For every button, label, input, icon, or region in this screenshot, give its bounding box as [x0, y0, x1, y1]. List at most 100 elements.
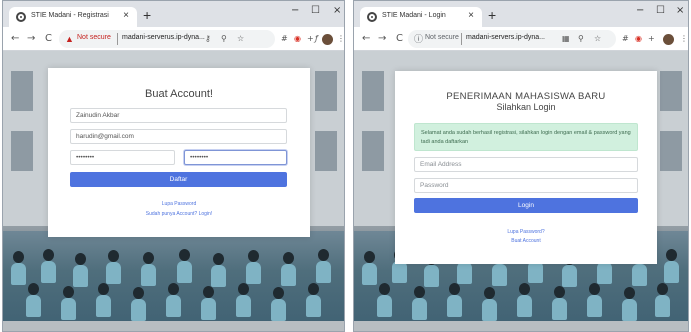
person	[308, 283, 319, 295]
password-value: ••••••••	[76, 154, 95, 161]
translate-icon[interactable]: ▦	[562, 34, 570, 44]
address-separator	[461, 33, 462, 45]
person	[587, 295, 602, 317]
register-link[interactable]: Buat Account	[395, 238, 657, 244]
person	[589, 283, 600, 295]
tab-registrasi[interactable]: STIE Madani - Registrasi ×	[9, 7, 137, 27]
person	[414, 286, 425, 298]
star-icon[interactable]: ☆	[594, 34, 601, 44]
person	[11, 263, 26, 285]
register-button[interactable]: Daftar	[70, 172, 287, 187]
toolbar: ← → C ⓘ Not secure madani-servers.ip-dyn…	[354, 27, 688, 51]
minimize-icon[interactable]: −	[636, 5, 644, 17]
star-icon[interactable]: ☆	[237, 34, 244, 44]
person	[43, 249, 54, 261]
person	[364, 251, 375, 263]
person	[273, 287, 284, 299]
person	[283, 252, 294, 264]
person	[392, 261, 407, 283]
person	[318, 249, 329, 261]
address-bar[interactable]: ⓘ Not secure madani-servers.ip-dyna... ▦…	[408, 30, 616, 48]
close-window-icon[interactable]: ×	[333, 5, 341, 17]
building-window	[362, 71, 384, 111]
page-background: Buat Account! Zainudin Akbar harudin@gma…	[3, 51, 344, 331]
menu-dots-icon[interactable]: ⋮	[680, 34, 688, 44]
forward-icon[interactable]: →	[27, 33, 35, 45]
person	[168, 283, 179, 295]
menu-dots-icon[interactable]: ⋮	[337, 34, 344, 44]
person	[133, 287, 144, 299]
url-text: madani-servers.ip-dyna...	[466, 34, 545, 41]
repeat-password-field[interactable]: ••••••••	[184, 150, 287, 165]
extension-plus-icon[interactable]: +	[648, 34, 655, 44]
person	[316, 261, 331, 283]
back-icon[interactable]: ←	[11, 33, 19, 45]
tab-title: STIE Madani - Registrasi	[31, 12, 109, 19]
password-field[interactable]: Password	[414, 178, 638, 193]
email-field[interactable]: harudin@gmail.com	[70, 129, 287, 144]
login-link[interactable]: Sudah punya Account? Login!	[48, 211, 310, 217]
building-window	[315, 131, 337, 171]
person	[236, 295, 251, 317]
password-field[interactable]: ••••••••	[70, 150, 175, 165]
zoom-icon[interactable]: ⚲	[578, 34, 584, 44]
extension-record-icon[interactable]: ◉	[635, 34, 642, 44]
extension-f-icon[interactable]: ƒ	[315, 34, 318, 44]
person	[492, 264, 507, 286]
extension-plus-icon[interactable]: +	[307, 34, 314, 44]
avatar[interactable]	[322, 34, 333, 45]
person	[248, 250, 259, 262]
extension-grid-icon[interactable]: #	[281, 34, 288, 44]
email-field[interactable]: Email Address	[414, 157, 638, 172]
person	[447, 295, 462, 317]
paving	[354, 321, 688, 331]
zoom-icon[interactable]: ⚲	[221, 34, 227, 44]
tab-close-icon[interactable]: ×	[123, 10, 129, 22]
toolbar: ← → C ▲ Not secure madani-serverus.ip-dy…	[3, 27, 344, 51]
maximize-icon[interactable]: ☐	[311, 5, 320, 17]
person	[528, 261, 543, 283]
person	[362, 263, 377, 285]
person	[41, 261, 56, 283]
person	[13, 251, 24, 263]
minimize-icon[interactable]: −	[291, 5, 299, 17]
building-window	[315, 71, 337, 111]
new-tab-button[interactable]: +	[143, 8, 151, 22]
person	[622, 299, 637, 321]
forgot-password-link[interactable]: Lupa Password	[48, 201, 310, 207]
close-window-icon[interactable]: ×	[676, 5, 684, 17]
building-window	[660, 131, 682, 171]
maximize-icon[interactable]: ☐	[656, 5, 665, 17]
page-subtitle: Silahkan Login	[496, 102, 556, 112]
back-icon[interactable]: ←	[362, 33, 370, 45]
avatar[interactable]	[663, 34, 674, 45]
person	[632, 264, 647, 286]
key-icon[interactable]: ⚷	[205, 34, 211, 44]
person	[246, 262, 261, 284]
page-background: PENERIMAAN MAHASISWA BARU Silahkan Login…	[354, 51, 688, 331]
warning-icon: ▲	[65, 34, 74, 44]
person	[597, 262, 612, 284]
person	[666, 249, 677, 261]
name-field[interactable]: Zainudin Akbar	[70, 108, 287, 123]
person	[552, 298, 567, 320]
person	[179, 249, 190, 261]
forgot-password-link[interactable]: Lupa Password?	[395, 229, 657, 235]
reload-icon[interactable]: C	[396, 33, 403, 45]
person	[238, 283, 249, 295]
person	[61, 298, 76, 320]
name-value: Zainudin Akbar	[76, 112, 120, 119]
person	[377, 295, 392, 317]
extension-grid-icon[interactable]: #	[622, 34, 629, 44]
reload-icon[interactable]: C	[45, 33, 52, 45]
tab-close-icon[interactable]: ×	[468, 10, 474, 22]
forward-icon[interactable]: →	[378, 33, 386, 45]
person	[657, 283, 668, 295]
email-value: harudin@gmail.com	[76, 133, 134, 140]
person	[306, 295, 321, 317]
new-tab-button[interactable]: +	[488, 8, 496, 22]
login-button[interactable]: Login	[414, 198, 638, 213]
address-bar[interactable]: ▲ Not secure madani-serverus.ip-dyna... …	[59, 30, 275, 48]
tab-login[interactable]: STIE Madani - Login ×	[360, 7, 482, 27]
extension-record-icon[interactable]: ◉	[294, 34, 301, 44]
